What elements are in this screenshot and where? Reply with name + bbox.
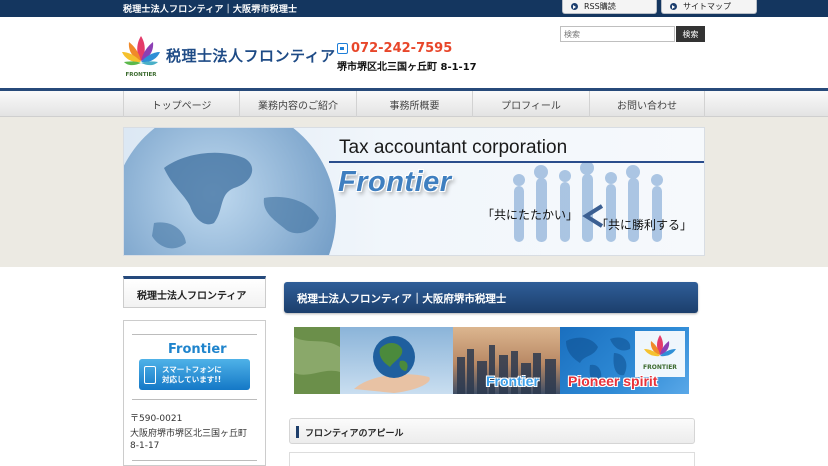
logo-small-text: FRONTIER <box>125 72 157 78</box>
hero-banner: Tax accountant corporation Frontier 「共にた… <box>123 127 705 256</box>
smartphone-line-2: 対応しています!! <box>162 375 222 384</box>
phone-icon <box>337 43 348 54</box>
frontier-label: Frontier <box>168 342 227 357</box>
hands-globe-photo <box>294 327 453 394</box>
banner-pioneer-text: Pioneer spirit <box>568 373 658 389</box>
hero-slogan-2: 「共に勝利する」 <box>596 218 693 232</box>
smartphone-icon <box>144 366 156 384</box>
nav-item-contact[interactable]: お問い合わせ <box>589 91 705 117</box>
hero-rule <box>329 161 704 163</box>
address-line-2: 8-1-17 <box>130 441 160 451</box>
sitemap-label: サイトマップ <box>683 2 731 11</box>
sidebar-title: 税理士法人フロンティア <box>137 291 247 302</box>
logo-text[interactable]: 税理士法人フロンティア <box>166 45 336 66</box>
appeal-heading: フロンティアのアピール <box>305 429 404 439</box>
site-tagline: 税理士法人フロンティア｜大阪堺市税理士 <box>123 5 298 15</box>
phone-number: 072-242-7595 <box>351 41 453 56</box>
nav-item-office[interactable]: 事務所概要 <box>356 91 472 117</box>
global-nav: トップページ 業務内容のご紹介 事務所概要 プロフィール お問い合わせ <box>0 91 828 117</box>
hero-logo: Frontier <box>338 166 452 198</box>
search-button[interactable]: 検索 <box>676 26 705 42</box>
lotus-logo-icon[interactable]: FRONTIER <box>122 34 160 80</box>
sidebar-card: Frontier スマートフォンに 対応しています!! 〒590-0021 大阪… <box>123 320 266 466</box>
nav-item-top[interactable]: トップページ <box>123 91 239 117</box>
smartphone-line-1: スマートフォンに <box>162 365 222 374</box>
appeal-heading-marker <box>296 426 299 438</box>
appeal-content-box <box>289 452 695 466</box>
banner-logo-small: FRONTIER <box>643 364 677 371</box>
hero-slogan-1: 「共にたたかい」 <box>482 208 579 222</box>
sidebar-rule <box>132 399 257 400</box>
main-heading-bar: 税理士法人フロンティア｜大阪府堺市税理士 <box>284 282 698 313</box>
search-input[interactable] <box>560 26 675 42</box>
arrow-circle-icon <box>670 3 677 10</box>
sidebar-title-box: 税理士法人フロンティア <box>123 276 266 308</box>
main-heading: 税理士法人フロンティア｜大阪府堺市税理士 <box>297 293 507 305</box>
smartphone-banner[interactable]: スマートフォンに 対応しています!! <box>139 359 250 390</box>
sidebar-rule <box>132 334 257 335</box>
header-address: 堺市堺区北三国ヶ丘町 8-1-17 <box>337 62 477 73</box>
sidebar-rule <box>132 460 257 461</box>
arrow-circle-icon <box>571 3 578 10</box>
nav-item-services[interactable]: 業務内容のご紹介 <box>239 91 356 117</box>
sitemap-button[interactable]: サイトマップ <box>661 0 757 14</box>
banner-frontier-text: Frontier <box>486 373 539 389</box>
site-header: FRONTIER 税理士法人フロンティア 072-242-7595 堺市堺区北三… <box>0 17 828 88</box>
address-line-1: 大阪府堺市堺区北三国ヶ丘町 <box>130 429 248 439</box>
hero-title: Tax accountant corporation <box>339 137 568 158</box>
rss-label: RSS購読 <box>584 2 616 11</box>
rss-button[interactable]: RSS購読 <box>562 0 657 14</box>
phone-row: 072-242-7595 <box>337 41 452 56</box>
appeal-heading-box: フロンティアのアピール <box>289 418 695 444</box>
smartphone-text: スマートフォンに 対応しています!! <box>162 365 222 385</box>
postal-code: 〒590-0021 <box>130 414 183 424</box>
nav-item-profile[interactable]: プロフィール <box>472 91 589 117</box>
